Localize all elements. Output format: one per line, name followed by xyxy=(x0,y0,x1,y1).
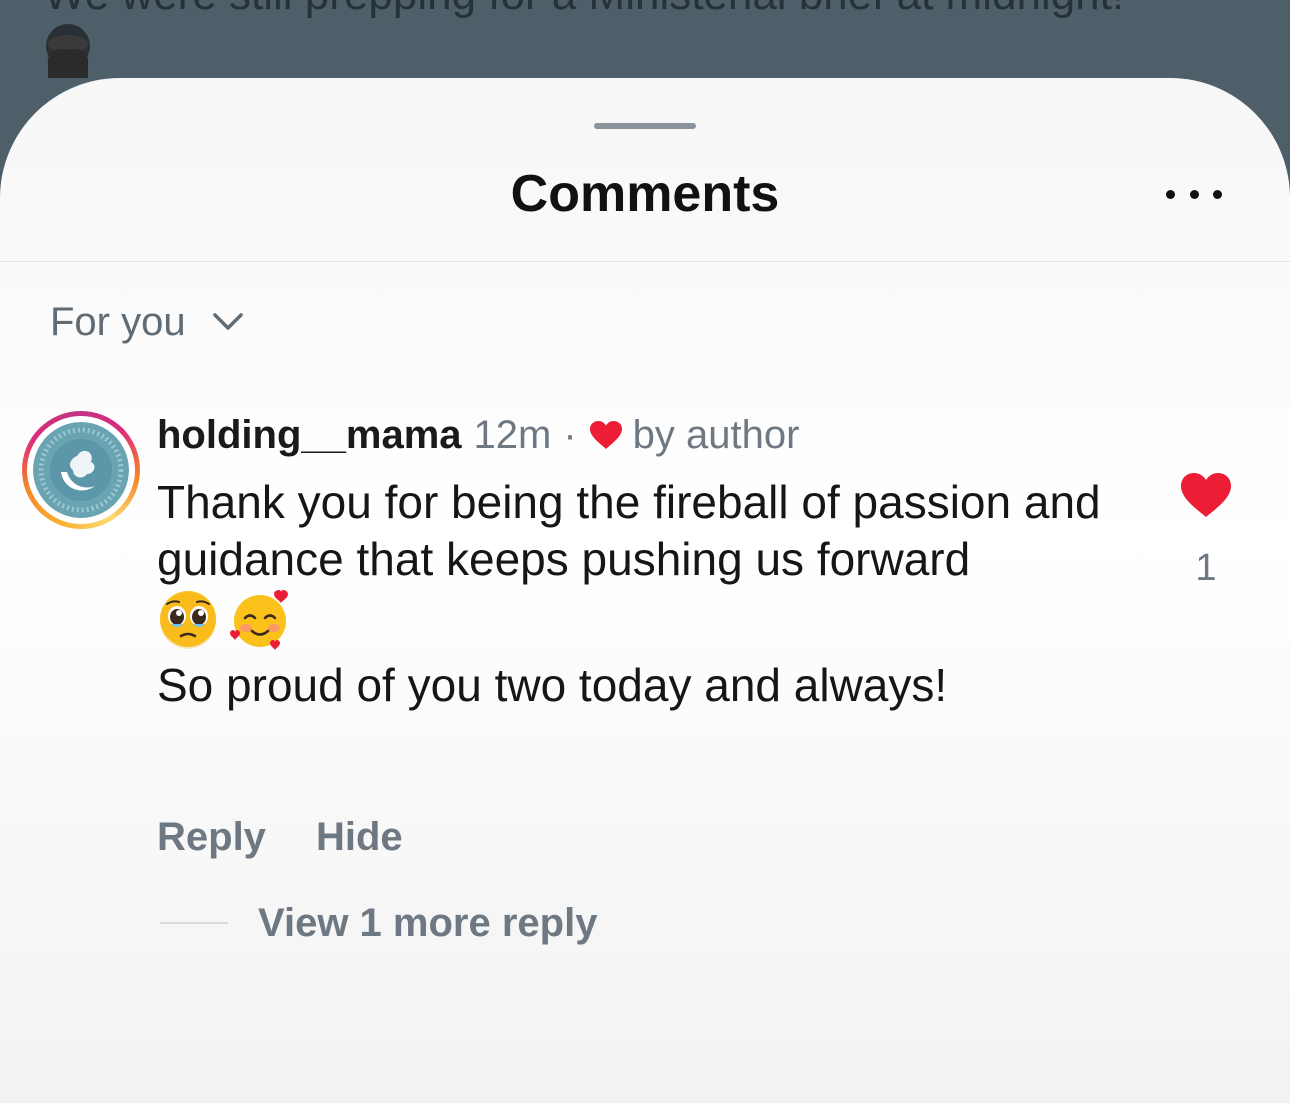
comment-actions: Reply Hide xyxy=(157,812,403,862)
hide-button[interactable]: Hide xyxy=(316,812,403,862)
more-options-icon[interactable] xyxy=(1166,180,1222,208)
comment-username[interactable]: holding__mama xyxy=(157,409,462,461)
filter-label: For you xyxy=(50,300,186,344)
view-replies-label: View 1 more reply xyxy=(258,901,598,945)
comment-emojis xyxy=(157,584,1147,654)
view-more-replies-button[interactable]: View 1 more reply xyxy=(160,898,597,948)
sort-filter-dropdown[interactable]: For you xyxy=(50,297,244,347)
separator-dot: · xyxy=(563,413,577,457)
liked-by-author-label: by author xyxy=(632,413,800,457)
comment-timestamp: 12m xyxy=(473,413,552,457)
see-no-evil-monkey-icon xyxy=(46,24,90,78)
comment-text: Thank you for being the fireball of pass… xyxy=(157,474,1147,714)
sheet-title: Comments xyxy=(510,165,780,223)
reply-button[interactable]: Reply xyxy=(157,812,266,862)
smiling-face-with-hearts-icon xyxy=(230,590,288,650)
comment-text-line-2: So proud of you two today and always! xyxy=(157,659,948,711)
like-heart-icon[interactable] xyxy=(1180,472,1232,518)
pleading-face-icon xyxy=(160,591,216,649)
comments-sheet: Comments For you holding__mama 12m · by … xyxy=(0,78,1290,1103)
header-divider xyxy=(0,261,1290,262)
avatar-image xyxy=(33,422,129,518)
comment-header: holding__mama 12m · by author xyxy=(157,409,799,461)
chevron-down-icon xyxy=(212,313,243,330)
avatar[interactable] xyxy=(22,411,140,529)
like-count: 1 xyxy=(1195,547,1217,589)
background-post-caption: We were still prepping for a Ministerial… xyxy=(44,0,1124,20)
heart-icon xyxy=(589,421,622,449)
sheet-grabber[interactable] xyxy=(594,123,696,129)
reply-thread-line xyxy=(160,922,228,924)
comment-text-line: Thank you for being the fireball of pass… xyxy=(157,476,1101,585)
